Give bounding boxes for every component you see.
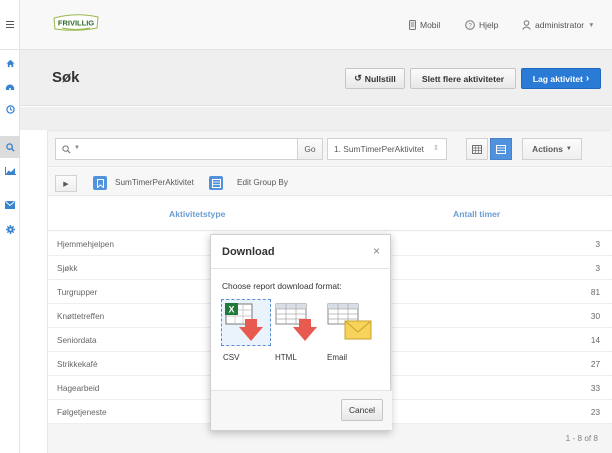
spacer-band [20, 107, 612, 130]
mail-icon[interactable] [0, 194, 20, 216]
mobile-label: Mobil [420, 20, 441, 30]
clock-icon[interactable] [0, 98, 20, 120]
reset-icon: ↺ [354, 73, 362, 83]
dialog-header: Download × [211, 235, 392, 269]
dialog-footer: Cancel [211, 390, 392, 430]
dialog-title: Download [222, 246, 275, 258]
user-icon [522, 20, 531, 30]
dialog-prompt: Choose report download format: [222, 281, 342, 291]
home-icon[interactable] [0, 52, 20, 74]
html-table-icon [275, 303, 317, 341]
create-activity-button[interactable]: Lag aktivitet › [521, 68, 601, 89]
format-option-html[interactable]: HTML [275, 301, 321, 363]
format-label: HTML [275, 353, 297, 362]
menu-icon[interactable] [0, 0, 20, 50]
user-menu[interactable]: administrator ▼ [522, 20, 595, 30]
help-link[interactable]: ? Hjelp [465, 20, 498, 30]
svg-text:?: ? [468, 22, 472, 29]
download-dialog: Download × Choose report download format… [210, 234, 392, 431]
format-label: CSV [223, 353, 240, 362]
gear-icon[interactable] [0, 218, 20, 240]
format-label: Email [327, 353, 348, 362]
chevron-down-icon: ▼ [588, 21, 595, 29]
format-option-csv[interactable]: X CSV [221, 299, 271, 363]
frivillig-logo[interactable]: FRIVILLIG [52, 13, 100, 33]
reset-button[interactable]: ↺ Nullstill [345, 68, 405, 89]
help-label: Hjelp [479, 20, 499, 30]
reset-label: Nullstill [364, 73, 396, 84]
dashboard-icon[interactable] [0, 75, 20, 97]
chart-icon[interactable] [0, 160, 20, 182]
email-icon [327, 303, 372, 340]
delete-activities-button[interactable]: Slett flere aktiviteter [410, 68, 516, 89]
side-rail [0, 0, 20, 453]
page-header: Søk ↺ Nullstill Slett flere aktiviteter … [20, 50, 612, 106]
csv-excel-icon: X [225, 303, 263, 341]
chevron-right-icon: › [585, 73, 590, 84]
create-label: Lag aktivitet [532, 73, 583, 84]
phone-icon [409, 20, 416, 30]
top-bar: FRIVILLIG Mobil ? Hjelp administrator ▼ [20, 0, 612, 50]
search-icon[interactable] [0, 136, 20, 158]
logo-text: FRIVILLIG [58, 19, 94, 28]
page-title: Søk [52, 69, 80, 86]
close-icon[interactable]: × [373, 244, 380, 258]
format-option-email[interactable]: Email [327, 301, 373, 363]
svg-text:X: X [228, 305, 234, 315]
mobile-link[interactable]: Mobil [409, 20, 440, 30]
help-icon: ? [465, 20, 475, 30]
cancel-button[interactable]: Cancel [341, 399, 383, 421]
user-label: administrator [535, 20, 585, 30]
delete-label: Slett flere aktiviteter [421, 73, 505, 84]
